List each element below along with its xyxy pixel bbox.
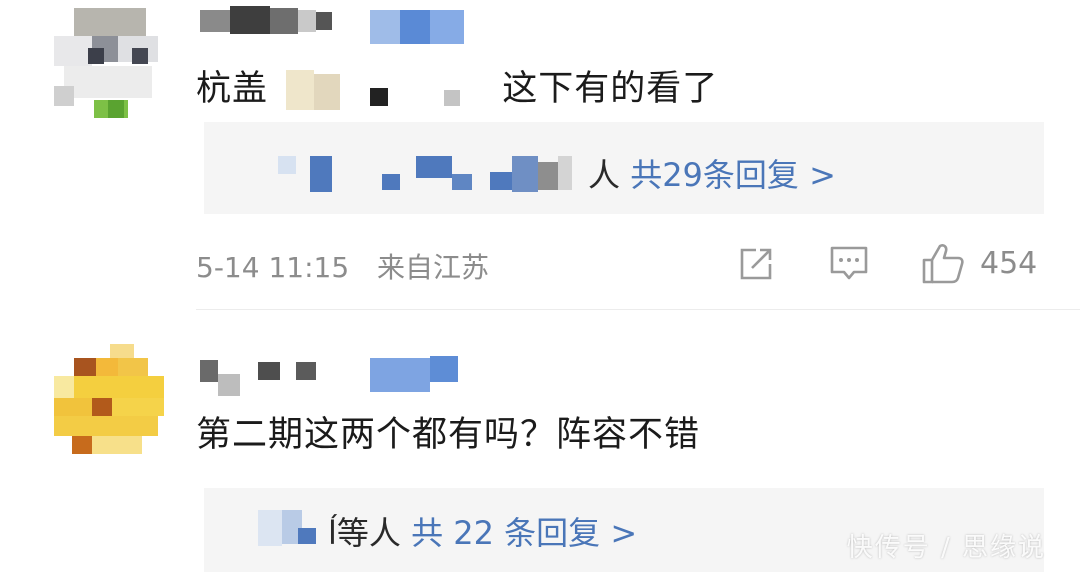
comment-text: 第二期这两个都有吗？阵容不错 <box>196 415 701 455</box>
avatar[interactable] <box>54 344 164 456</box>
like-icon[interactable] <box>920 240 966 286</box>
reply-names-tail: 人 <box>588 156 631 194</box>
comment-item: 杭盖 这下有的看了 人 共29条回复 > 5-14 11:15 来自江苏 454 <box>0 0 1080 310</box>
replier-names-mosaic <box>278 152 598 196</box>
comment-text-end: 这下有的看了 <box>502 69 719 109</box>
reply-summary-text: 人 共29条回复 > <box>588 150 836 196</box>
avatar[interactable] <box>54 8 164 120</box>
share-icon[interactable] <box>736 244 776 284</box>
mention-mosaic[interactable] <box>280 70 490 110</box>
replier-names-mosaic <box>258 506 338 550</box>
view-replies-link[interactable]: 共29条回复 > <box>630 156 836 194</box>
comment-date: 5-14 11:15 <box>196 251 350 284</box>
like-count: 454 <box>980 246 1038 281</box>
comment-location: 来自江苏 <box>376 251 489 284</box>
reply-names-tail: ĺ等人 <box>328 514 412 552</box>
comment-text: 杭盖 这下有的看了 <box>196 60 718 111</box>
watermark: 快传号 / 思缘说 <box>846 533 1046 563</box>
username-mosaic[interactable] <box>200 6 480 46</box>
comment-icon[interactable] <box>828 242 870 284</box>
reply-summary[interactable]: 人 共29条回复 > <box>204 122 1044 214</box>
view-replies-link[interactable]: 共 22 条回复 > <box>411 514 637 552</box>
comment-meta: 5-14 11:15 来自江苏 <box>196 246 489 286</box>
username-mosaic[interactable] <box>200 354 480 398</box>
comment-text-start: 杭盖 <box>196 69 269 109</box>
reply-summary-text: ĺ等人 共 22 条回复 > <box>328 508 637 554</box>
